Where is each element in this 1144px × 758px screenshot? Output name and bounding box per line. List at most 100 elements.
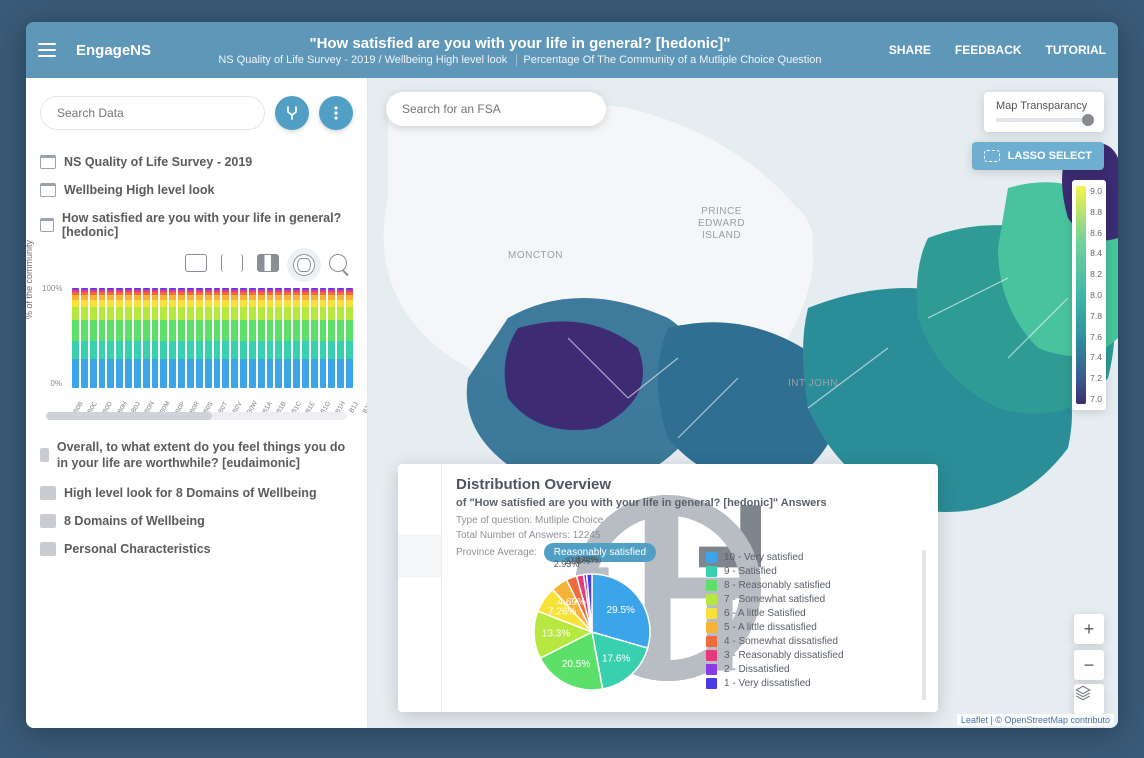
folder-icon — [40, 448, 49, 462]
feedback-button[interactable]: FEEDBACK — [955, 43, 1022, 57]
tree-item-personal[interactable]: Personal Characteristics — [40, 535, 353, 563]
legend-item: 3 - Reasonably dissatisfied — [706, 648, 914, 662]
legend-label: 1 - Very dissatisfied — [724, 678, 811, 689]
dist-subtitle: of "How satisfied are you with your life… — [456, 497, 924, 509]
legend-label: 6 - A little Satisfied — [724, 608, 806, 619]
tree-label: How satisfied are you with your life in … — [62, 211, 353, 239]
tree-item-wellbeing-look[interactable]: Wellbeing High level look — [40, 176, 353, 204]
breadcrumb-part-1: NS Quality of Life Survey - 2019 / Wellb… — [212, 54, 513, 66]
view-toolbar — [40, 246, 353, 282]
dist-tab-bar[interactable] — [398, 622, 441, 666]
legend-tick: 7.6 — [1090, 332, 1102, 342]
legend-label: 9 - Satisfied — [724, 566, 777, 577]
legend-item: 2 - Dissatisfied — [706, 662, 914, 676]
y-tick: 0% — [42, 379, 62, 388]
header-center: "How satisfied are you with your life in… — [151, 35, 889, 66]
branch-button[interactable] — [275, 96, 309, 130]
svg-text:1.48%: 1.48% — [576, 554, 602, 564]
tree-label: High level look for 8 Domains of Wellbei… — [64, 486, 317, 500]
tree-item-8domains[interactable]: 8 Domains of Wellbeing — [40, 507, 353, 535]
legend-item: 1 - Very dissatisfied — [706, 676, 914, 690]
y-tick: 100% — [42, 284, 62, 293]
folder-icon — [40, 514, 56, 528]
dist-meta1-label: Type of question: — [456, 515, 532, 526]
more-vertical-icon — [334, 106, 338, 120]
dist-title: Distribution Overview — [456, 476, 924, 493]
transparency-label: Map Transparancy — [996, 100, 1092, 112]
legend-swatch — [706, 636, 717, 647]
sidebar-bar-chart: % of the community 100% 0% B0BB0CB0DB0HB… — [46, 284, 353, 404]
tree-item-eudaimonic[interactable]: Overall, to what extent do you feel thin… — [40, 432, 353, 479]
legend-tick: 8.6 — [1090, 228, 1102, 238]
map-canvas[interactable]: Miramichi PRINCE EDWARD ISLAND MONCTON I… — [368, 78, 1118, 728]
legend-item: 7 - Somewhat satisfied — [706, 592, 914, 606]
legend-label: 10 - Very satisfied — [724, 552, 803, 563]
svg-text:17.6%: 17.6% — [602, 653, 630, 664]
distribution-panel: Distribution Overview of "How satisfied … — [398, 464, 938, 712]
layers-button[interactable] — [1074, 684, 1104, 714]
legend-swatch — [706, 608, 717, 619]
zoom-in-button[interactable]: + — [1074, 614, 1104, 644]
legend-swatch — [706, 594, 717, 605]
pie-chart: 29.5%17.6%20.5%13.3%7.26%4.69%2.93%1.93%… — [482, 540, 672, 700]
tree-label: Personal Characteristics — [64, 542, 211, 556]
folder-open-icon — [40, 183, 56, 197]
lasso-select-button[interactable]: LASSO SELECT — [972, 142, 1104, 170]
menu-icon[interactable] — [38, 36, 66, 64]
zoom-out-button[interactable]: − — [1074, 650, 1104, 680]
branch-icon — [284, 105, 300, 121]
list-view-button[interactable] — [221, 254, 243, 272]
svg-text:7.26%: 7.26% — [548, 606, 576, 617]
fsa-search-input[interactable] — [386, 92, 606, 126]
map-view-button[interactable] — [293, 254, 315, 276]
fsa-search-field[interactable] — [400, 101, 592, 117]
more-button[interactable] — [319, 96, 353, 130]
legend-swatch — [706, 650, 717, 661]
folder-icon — [40, 486, 56, 500]
legend-label: 4 - Somewhat dissatisfied — [724, 636, 838, 647]
y-axis-label: % of the community — [26, 240, 34, 319]
legend-item: 10 - Very satisfied — [706, 550, 914, 564]
share-button[interactable]: SHARE — [889, 43, 931, 57]
search-input[interactable] — [40, 96, 265, 130]
pie-legend: 10 - Very satisfied 9 - Satisfied8 - Reas… — [706, 550, 926, 700]
zoom-icon[interactable] — [329, 254, 347, 272]
brand-name: EngageNS — [76, 42, 151, 59]
grid-view-button[interactable] — [257, 254, 279, 272]
map-label-moncton: MONCTON — [508, 250, 563, 261]
map-label-pei: PRINCE EDWARD ISLAND — [698, 206, 745, 242]
legend-label: 3 - Reasonably dissatisfied — [724, 650, 844, 661]
app-window: EngageNS "How satisfied are you with you… — [26, 22, 1118, 728]
svg-text:4.69%: 4.69% — [558, 597, 586, 608]
attrib-leaflet[interactable]: Leaflet — [961, 715, 988, 725]
tree-item-8domains-look[interactable]: High level look for 8 Domains of Wellbei… — [40, 479, 353, 507]
legend-tick: 8.8 — [1090, 207, 1102, 217]
card-view-button[interactable] — [185, 254, 207, 272]
svg-text:20.5%: 20.5% — [562, 659, 590, 670]
tutorial-button[interactable]: TUTORIAL — [1046, 43, 1106, 57]
transparency-control[interactable]: Map Transparancy — [984, 92, 1104, 132]
tree-label: Overall, to what extent do you feel thin… — [57, 439, 353, 472]
svg-text:29.5%: 29.5% — [607, 605, 635, 616]
legend-tick: 8.0 — [1090, 290, 1102, 300]
folder-open-icon — [40, 218, 54, 232]
svg-text:13.3%: 13.3% — [542, 628, 570, 639]
tree-item-survey[interactable]: NS Quality of Life Survey - 2019 — [40, 148, 353, 176]
dist-meta1-value: Mutliple Choice — [535, 515, 603, 526]
legend-tick: 9.0 — [1090, 186, 1102, 196]
tree-label: NS Quality of Life Survey - 2019 — [64, 155, 252, 169]
legend-item: 6 - A little Satisfied — [706, 606, 914, 620]
attrib-osm[interactable]: OpenStreetMap — [1004, 715, 1068, 725]
layers-icon — [1074, 684, 1092, 702]
search-field[interactable] — [55, 105, 250, 121]
transparency-slider[interactable] — [996, 118, 1092, 122]
lasso-icon — [984, 150, 1000, 162]
legend-swatch — [706, 678, 717, 689]
tree-item-question-hedonic[interactable]: How satisfied are you with your life in … — [40, 204, 353, 246]
legend-item: 8 - Reasonably satisfied — [706, 578, 914, 592]
chart-scroll-track[interactable] — [46, 412, 347, 420]
color-legend: 9.08.88.68.48.28.07.87.67.47.27.0 — [1072, 180, 1106, 410]
legend-item: 9 - Satisfied — [706, 564, 914, 578]
lasso-label: LASSO SELECT — [1008, 150, 1092, 162]
legend-swatch — [706, 566, 717, 577]
